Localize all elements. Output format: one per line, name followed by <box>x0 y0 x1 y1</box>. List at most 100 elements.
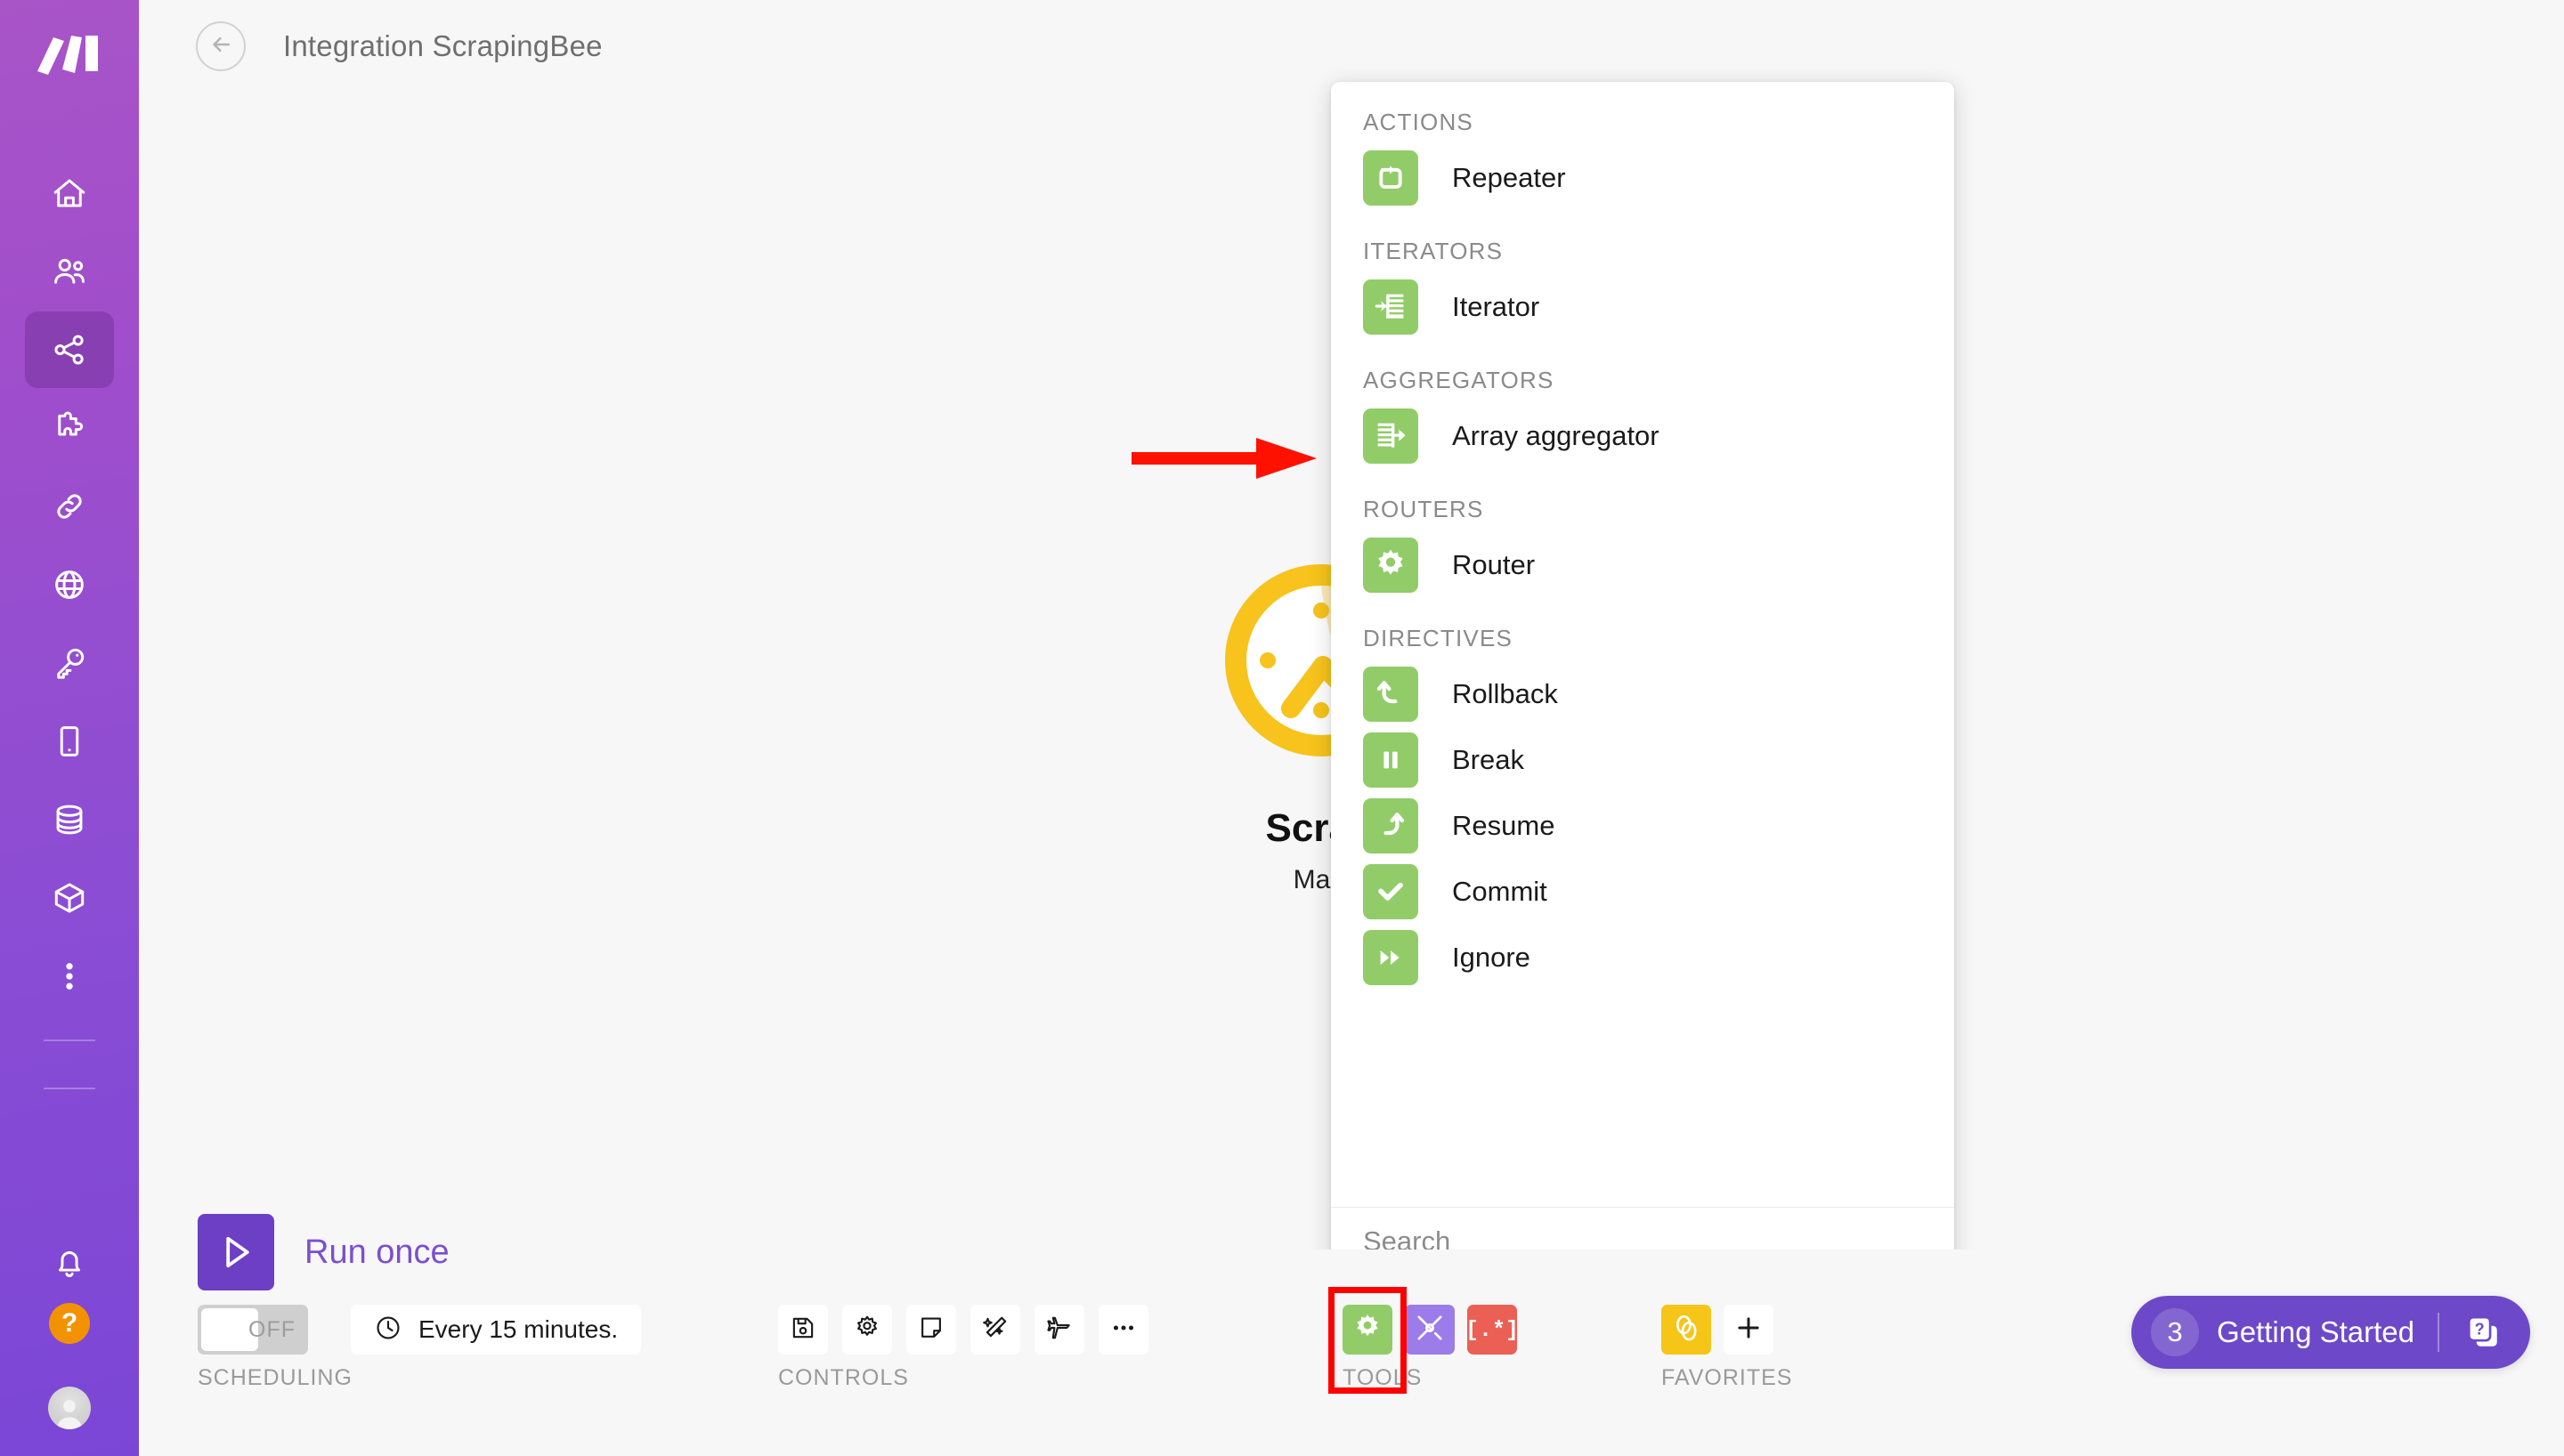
sidebar-nav <box>0 155 139 1112</box>
group-label-aggregators: AGGREGATORS <box>1363 367 1554 393</box>
tool-item-repeater[interactable]: Repeater <box>1331 145 1954 211</box>
annotation-arrow <box>1132 433 1319 488</box>
tool-label: Router <box>1452 549 1536 580</box>
regex-bracket-icon: [.*] <box>1465 1316 1520 1343</box>
schedule-interval-button[interactable]: Every 15 minutes. <box>351 1305 642 1355</box>
tool-item-array-aggregator[interactable]: Array aggregator <box>1331 403 1954 469</box>
tools-dropdown-panel[interactable]: ACTIONS Repeater ITERATORS Iterator AGGR… <box>1331 82 1954 1274</box>
sidebar-divider-2 <box>44 1088 95 1089</box>
getting-started-button[interactable]: 3 Getting Started ? <box>2131 1296 2530 1369</box>
tool-label: Rollback <box>1452 678 1558 709</box>
ignore-fastforward-icon <box>1363 930 1418 985</box>
bottom-toolbar: Run once OFF Every 15 minutes. SCHEDULIN… <box>139 1214 2564 1456</box>
link-icon <box>51 488 88 525</box>
sidebar-item-team[interactable] <box>25 233 114 310</box>
tools-gear-button[interactable] <box>1343 1305 1392 1355</box>
more-options-button[interactable] <box>1099 1305 1148 1355</box>
rings-icon <box>1671 1313 1701 1347</box>
resume-icon <box>1363 798 1418 853</box>
sidebar-item-templates[interactable] <box>25 390 114 466</box>
repeater-icon <box>1363 150 1418 206</box>
getting-started-count: 3 <box>2151 1308 2200 1356</box>
airplane-icon <box>1045 1314 1074 1347</box>
tool-label: Iterator <box>1452 291 1540 322</box>
sidebar-item-notifications[interactable] <box>25 1225 114 1301</box>
sidebar-item-home[interactable] <box>25 155 114 231</box>
tool-label: Array aggregator <box>1452 420 1659 451</box>
plus-icon <box>1734 1314 1763 1347</box>
tool-label: Break <box>1452 744 1524 775</box>
getting-started-label: Getting Started <box>2217 1315 2414 1348</box>
controls-caption: CONTROLS <box>778 1365 909 1390</box>
explore-button[interactable] <box>1035 1305 1084 1355</box>
sidebar-item-data-structures[interactable] <box>25 860 114 936</box>
tool-item-break[interactable]: Break <box>1331 727 1954 793</box>
home-icon <box>51 174 88 212</box>
bell-icon <box>51 1244 88 1282</box>
dots-vertical-icon <box>51 958 88 995</box>
tools-list: ACTIONS Repeater ITERATORS Iterator AGGR… <box>1331 82 1954 1207</box>
floppy-save-icon <box>789 1314 817 1347</box>
help-button[interactable]: ? <box>49 1303 90 1344</box>
scheduling-toggle[interactable]: OFF <box>198 1305 308 1355</box>
globe-icon <box>51 566 88 603</box>
text-tools-button[interactable] <box>1405 1305 1455 1355</box>
sidebar-item-webhooks[interactable] <box>25 546 114 623</box>
cube-icon <box>51 879 88 917</box>
group-label-directives: DIRECTIVES <box>1363 625 1513 651</box>
tool-item-router[interactable]: Router <box>1331 532 1954 598</box>
magic-wand-icon <box>981 1314 1010 1347</box>
break-pause-icon <box>1363 732 1418 788</box>
tool-label: Repeater <box>1452 162 1566 193</box>
avatar[interactable] <box>48 1387 91 1429</box>
settings-button[interactable] <box>842 1305 892 1355</box>
run-once-button[interactable]: Run once <box>198 1214 450 1290</box>
tool-item-commit[interactable]: Commit <box>1331 859 1954 925</box>
make-logo[interactable] <box>36 32 103 85</box>
puzzle-icon <box>51 409 88 447</box>
tool-item-resume[interactable]: Resume <box>1331 793 1954 859</box>
sidebar-item-connections[interactable] <box>25 468 114 545</box>
help-cards-icon: ? <box>2463 1312 2503 1353</box>
tool-item-iterator[interactable]: Iterator <box>1331 274 1954 340</box>
router-gear-icon <box>1363 538 1418 593</box>
sidebar-divider-1 <box>44 1039 95 1041</box>
sidebar-bottom: ? <box>25 1225 114 1429</box>
key-icon <box>51 644 88 682</box>
tools-group: [.*] TOOLS <box>1328 1287 1529 1394</box>
tool-label: Resume <box>1452 810 1555 841</box>
save-button[interactable] <box>778 1305 828 1355</box>
rollback-icon <box>1363 667 1418 722</box>
sidebar-item-more[interactable] <box>25 938 114 1015</box>
favorite-app-button[interactable] <box>1661 1305 1711 1355</box>
run-once-label: Run once <box>304 1233 450 1271</box>
sidebar-item-devices[interactable] <box>25 703 114 780</box>
ellipsis-icon <box>1109 1314 1138 1347</box>
play-icon <box>198 1214 274 1290</box>
svg-text:?: ? <box>2475 1321 2485 1339</box>
getting-started-divider <box>2438 1313 2439 1352</box>
tool-item-ignore[interactable]: Ignore <box>1331 925 1954 991</box>
clock-icon <box>374 1314 402 1347</box>
database-icon <box>51 801 88 838</box>
array-aggregator-icon <box>1363 408 1418 464</box>
back-button[interactable] <box>196 21 246 71</box>
arrow-left-icon <box>207 31 234 62</box>
group-label-routers: ROUTERS <box>1363 496 1484 522</box>
app-root: ? Integration ScrapingBee Make ACTIONS R… <box>0 0 2564 1456</box>
scheduling-caption: SCHEDULING <box>198 1365 353 1390</box>
add-favorite-button[interactable] <box>1724 1305 1773 1355</box>
auto-align-button[interactable] <box>970 1305 1020 1355</box>
iterator-icon <box>1363 279 1418 335</box>
notes-button[interactable] <box>906 1305 956 1355</box>
tool-item-rollback[interactable]: Rollback <box>1331 661 1954 727</box>
sidebar-item-data-stores[interactable] <box>25 781 114 858</box>
tools-crossed-icon <box>1415 1313 1445 1347</box>
sidebar-item-keys[interactable] <box>25 625 114 701</box>
toggle-state-label: OFF <box>248 1316 296 1342</box>
note-icon <box>917 1314 945 1347</box>
regex-button[interactable]: [.*] <box>1465 1305 1520 1355</box>
tool-label: Ignore <box>1452 942 1530 973</box>
sidebar-item-scenarios[interactable] <box>25 311 114 388</box>
controls-group: CONTROLS <box>778 1305 1163 1391</box>
